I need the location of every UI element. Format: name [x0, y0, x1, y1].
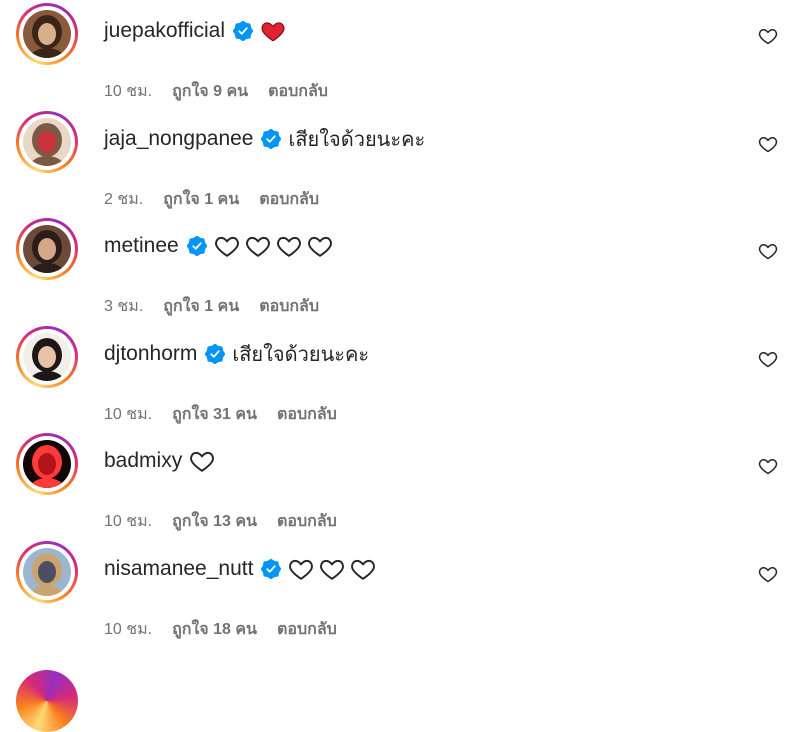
avatar[interactable]	[16, 218, 78, 280]
comment-meta: 3 ชม. ถูกใจ 1 คน ตอบกลับ	[104, 294, 339, 319]
comment-meta: 10 ชม. ถูกใจ 31 คน ตอบกลับ	[104, 402, 357, 427]
avatar-border	[19, 221, 75, 277]
avatar-border	[19, 544, 75, 600]
comment-time: 10 ชม.	[104, 621, 153, 638]
username-link[interactable]: jaja_nongpanee	[104, 127, 253, 151]
likes-count-link[interactable]: ถูกใจ 31 คน	[172, 402, 257, 427]
comment-text: เสียใจด้วยนะคะ	[288, 129, 426, 151]
verified-badge-icon	[232, 20, 254, 42]
comment-time: 3 ชม.	[104, 298, 144, 315]
likes-count-link[interactable]: ถูกใจ 1 คน	[163, 294, 239, 319]
white-heart-emojis	[189, 448, 220, 474]
avatar-image	[23, 118, 71, 166]
reply-button[interactable]: ตอบกลับ	[277, 509, 337, 534]
avatar-image	[23, 10, 71, 58]
white-heart-emojis	[214, 233, 338, 259]
comment-text: เสียใจด้วยนะคะ	[232, 344, 370, 366]
comment-header: badmixy	[104, 447, 220, 475]
reply-button[interactable]: ตอบกลับ	[277, 617, 337, 642]
comment-time: 10 ชม.	[104, 513, 153, 530]
white-heart-emoji-icon	[214, 233, 245, 259]
reply-button[interactable]: ตอบกลับ	[277, 402, 337, 427]
comment-header: djtonhorm เสียใจด้วยนะคะ	[104, 340, 369, 368]
username-link[interactable]: metinee	[104, 234, 179, 258]
likes-count-link[interactable]: ถูกใจ 18 คน	[172, 617, 257, 642]
avatar-border	[19, 6, 75, 62]
avatar-image	[23, 440, 71, 488]
avatar[interactable]	[16, 326, 78, 388]
comment-meta: 10 ชม. ถูกใจ 9 คน ตอบกลับ	[104, 79, 348, 104]
username-link[interactable]: nisamanee_nutt	[104, 557, 253, 581]
verified-badge-icon	[261, 128, 282, 150]
red-heart-emoji-icon	[260, 18, 291, 44]
white-heart-emoji-icon	[319, 556, 350, 582]
comment-item: juepakofficial 10 ชม. ถูกใจ 9 คน ตอบกลับ	[0, 3, 800, 138]
white-heart-emoji-icon	[307, 233, 338, 259]
white-heart-emojis	[288, 556, 381, 582]
comment-item: djtonhorm เสียใจด้วยนะคะ 10 ชม. ถูกใจ 31 คน…	[0, 326, 800, 461]
avatar-border	[19, 114, 75, 170]
comment-header: jaja_nongpanee เสียใจด้วยนะคะ	[104, 125, 425, 153]
avatar[interactable]	[16, 111, 78, 173]
reply-button[interactable]: ตอบกลับ	[259, 294, 319, 319]
comment-item: nisamanee_nutt 10 ชม. ถูกใจ 18 คน ตอบกลับ	[0, 541, 800, 676]
likes-count-link[interactable]: ถูกใจ 9 คน	[172, 79, 248, 104]
reply-button[interactable]: ตอบกลับ	[259, 187, 319, 212]
verified-badge-icon	[261, 558, 282, 580]
verified-badge-icon	[205, 343, 226, 365]
white-heart-emoji-icon	[276, 233, 307, 259]
username-link[interactable]: juepakofficial	[104, 19, 225, 43]
comment-time: 10 ชม.	[104, 83, 153, 100]
likes-count-link[interactable]: ถูกใจ 13 คน	[172, 509, 257, 534]
avatar-image	[23, 333, 71, 381]
comment-header: juepakofficial	[104, 17, 291, 45]
white-heart-emoji-icon	[288, 556, 319, 582]
like-comment-heart-icon[interactable]	[758, 456, 780, 478]
comment-item: metinee 3 ชม. ถูกใจ 1 คน ตอบกลับ	[0, 218, 800, 353]
avatar-partial[interactable]	[16, 670, 78, 732]
avatar-image	[23, 548, 71, 596]
comment-time: 2 ชม.	[104, 191, 144, 208]
comment-meta: 10 ชม. ถูกใจ 18 คน ตอบกลับ	[104, 617, 357, 642]
comment-item: jaja_nongpanee เสียใจด้วยนะคะ 2 ชม. ถูกใจ 1…	[0, 111, 800, 246]
username-link[interactable]: djtonhorm	[104, 342, 197, 366]
like-comment-heart-icon[interactable]	[758, 241, 780, 263]
username-link[interactable]: badmixy	[104, 449, 182, 473]
comment-item: badmixy 10 ชม. ถูกใจ 13 คน ตอบกลับ	[0, 433, 800, 568]
like-comment-heart-icon[interactable]	[758, 349, 780, 371]
avatar-border	[19, 436, 75, 492]
comment-time: 10 ชม.	[104, 406, 153, 423]
like-comment-heart-icon[interactable]	[758, 26, 780, 48]
verified-badge-icon	[186, 235, 207, 257]
white-heart-emoji-icon	[245, 233, 276, 259]
avatar[interactable]	[16, 433, 78, 495]
avatar[interactable]	[16, 541, 78, 603]
white-heart-emoji-icon	[350, 556, 381, 582]
white-heart-emoji-icon	[189, 448, 220, 474]
comment-header: metinee	[104, 232, 338, 260]
avatar-image	[23, 225, 71, 273]
avatar[interactable]	[16, 3, 78, 65]
like-comment-heart-icon[interactable]	[758, 134, 780, 156]
likes-count-link[interactable]: ถูกใจ 1 คน	[163, 187, 239, 212]
avatar-border	[19, 329, 75, 385]
reply-button[interactable]: ตอบกลับ	[268, 79, 328, 104]
comment-header: nisamanee_nutt	[104, 555, 381, 583]
comment-meta: 10 ชม. ถูกใจ 13 คน ตอบกลับ	[104, 509, 357, 534]
like-comment-heart-icon[interactable]	[758, 564, 780, 586]
comment-meta: 2 ชม. ถูกใจ 1 คน ตอบกลับ	[104, 187, 339, 212]
